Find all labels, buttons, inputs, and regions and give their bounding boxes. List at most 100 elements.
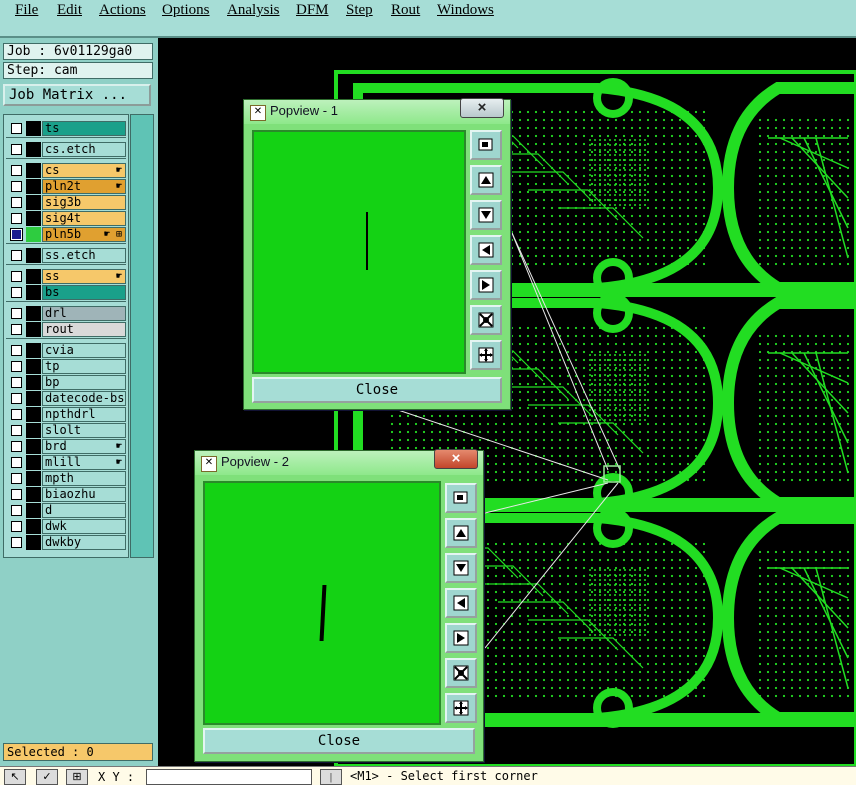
layer-display-swatch[interactable] (26, 163, 41, 178)
select-arrow-icon[interactable]: ↖ (4, 769, 26, 785)
layer-row-biaozhu[interactable]: biaozhu (6, 487, 126, 502)
layer-name[interactable]: brd ☛ (42, 439, 126, 454)
layer-display-swatch[interactable] (26, 407, 41, 422)
layer-name[interactable]: ss.etch (42, 248, 126, 263)
menu-edit[interactable]: Edit (57, 2, 82, 19)
layer-row-mpth[interactable]: mpth (6, 471, 126, 486)
layer-display-swatch[interactable] (26, 285, 41, 300)
zoom-out-icon[interactable] (445, 693, 477, 723)
layer-name[interactable]: biaozhu (42, 487, 126, 502)
layer-row-ss.etch[interactable]: ss.etch (6, 248, 126, 263)
layer-checkbox[interactable] (11, 197, 22, 208)
layer-row-tp[interactable]: tp (6, 359, 126, 374)
menu-rout[interactable]: Rout (391, 2, 420, 19)
layer-checkbox[interactable] (11, 409, 22, 420)
layer-row-pln2t[interactable]: pln2t ☛ (6, 179, 126, 194)
layer-display-swatch[interactable] (26, 142, 41, 157)
layer-name[interactable]: ts (42, 121, 126, 136)
layer-row-cvia[interactable]: cvia (6, 343, 126, 358)
layer-row-pln5b[interactable]: pln5b ☛ ⊞ (6, 227, 126, 242)
layer-row-dwk[interactable]: dwk (6, 519, 126, 534)
layer-row-ts[interactable]: ts (6, 121, 126, 136)
layer-display-swatch[interactable] (26, 121, 41, 136)
popview-2-close-button[interactable]: Close (203, 728, 475, 754)
layer-checkbox[interactable] (11, 213, 22, 224)
pan-left-icon[interactable] (445, 588, 477, 618)
layer-row-bp[interactable]: bp (6, 375, 126, 390)
grid-icon[interactable]: ⊞ (66, 769, 88, 785)
layer-row-d[interactable]: d (6, 503, 126, 518)
job-matrix-button[interactable]: Job Matrix ... (3, 84, 151, 106)
layer-name[interactable]: drl (42, 306, 126, 321)
layer-name[interactable]: sig3b (42, 195, 126, 210)
layer-display-swatch[interactable] (26, 503, 41, 518)
menu-dfm[interactable]: DFM (296, 2, 329, 19)
menu-analysis[interactable]: Analysis (227, 2, 280, 19)
layer-name[interactable]: npthdrl (42, 407, 126, 422)
layer-display-swatch[interactable] (26, 391, 41, 406)
layer-row-sig3b[interactable]: sig3b (6, 195, 126, 210)
layer-name[interactable]: dwkby (42, 535, 126, 550)
layer-row-ss[interactable]: ss ☛ (6, 269, 126, 284)
layer-checkbox[interactable] (11, 505, 22, 516)
layer-row-bs[interactable]: bs (6, 285, 126, 300)
layer-checkbox[interactable] (10, 228, 23, 241)
menu-file[interactable]: File (15, 2, 38, 19)
layer-list-scrollbar[interactable] (130, 114, 154, 558)
pan-left-icon[interactable] (470, 235, 502, 265)
layer-name[interactable]: dwk (42, 519, 126, 534)
pan-up-icon[interactable] (470, 165, 502, 195)
layer-checkbox[interactable] (11, 441, 22, 452)
layer-checkbox[interactable] (11, 181, 22, 192)
layer-name[interactable]: cs.etch (42, 142, 126, 157)
layer-checkbox[interactable] (11, 144, 22, 155)
layer-row-datecode-bs[interactable]: datecode-bs (6, 391, 126, 406)
layer-checkbox[interactable] (11, 537, 22, 548)
layer-row-npthdrl[interactable]: npthdrl (6, 407, 126, 422)
layer-checkbox[interactable] (11, 308, 22, 319)
layer-row-brd[interactable]: brd ☛ (6, 439, 126, 454)
layer-name[interactable]: datecode-bs (42, 391, 126, 406)
layer-display-swatch[interactable] (26, 359, 41, 374)
layer-display-swatch[interactable] (26, 455, 41, 470)
layer-checkbox[interactable] (11, 377, 22, 388)
popview-1-titlebar[interactable]: ✕ Popview - 1 × (244, 98, 510, 124)
layer-display-swatch[interactable] (26, 322, 41, 337)
layer-row-cs[interactable]: cs ☛ (6, 163, 126, 178)
menu-windows[interactable]: Windows (437, 2, 494, 19)
layer-display-swatch[interactable] (26, 423, 41, 438)
layer-row-mlill[interactable]: mlill ☛ (6, 455, 126, 470)
layer-name[interactable]: ss ☛ (42, 269, 126, 284)
layer-display-swatch[interactable] (26, 439, 41, 454)
menu-options[interactable]: Options (162, 2, 210, 19)
layer-checkbox[interactable] (11, 250, 22, 261)
layer-display-swatch[interactable] (26, 375, 41, 390)
layer-display-swatch[interactable] (26, 487, 41, 502)
layer-checkbox[interactable] (11, 393, 22, 404)
close-icon[interactable]: × (434, 449, 478, 469)
layer-display-swatch[interactable] (26, 269, 41, 284)
popview-2-titlebar[interactable]: ✕ Popview - 2 × (195, 449, 483, 475)
layer-checkbox[interactable] (11, 123, 22, 134)
layer-name[interactable]: d (42, 503, 126, 518)
pan-down-icon[interactable] (445, 553, 477, 583)
menu-actions[interactable]: Actions (99, 2, 146, 19)
zoom-fit-icon[interactable] (470, 130, 502, 160)
layer-row-rout[interactable]: rout (6, 322, 126, 337)
layer-row-cs.etch[interactable]: cs.etch (6, 142, 126, 157)
popview-2-view[interactable] (203, 481, 441, 725)
popview-1-close-button[interactable]: Close (252, 377, 502, 403)
menu-step[interactable]: Step (346, 2, 373, 19)
zoom-in-icon[interactable] (470, 305, 502, 335)
layer-display-swatch[interactable] (26, 179, 41, 194)
layer-name[interactable]: slolt (42, 423, 126, 438)
layer-display-swatch[interactable] (26, 535, 41, 550)
layer-name[interactable]: sig4t (42, 211, 126, 226)
layer-display-swatch[interactable] (26, 519, 41, 534)
zoom-out-icon[interactable] (470, 340, 502, 370)
check-icon[interactable]: ✓ (36, 769, 58, 785)
layer-row-drl[interactable]: drl (6, 306, 126, 321)
layer-name[interactable]: cs ☛ (42, 163, 126, 178)
layer-name[interactable]: rout (42, 322, 126, 337)
layer-checkbox[interactable] (11, 271, 22, 282)
